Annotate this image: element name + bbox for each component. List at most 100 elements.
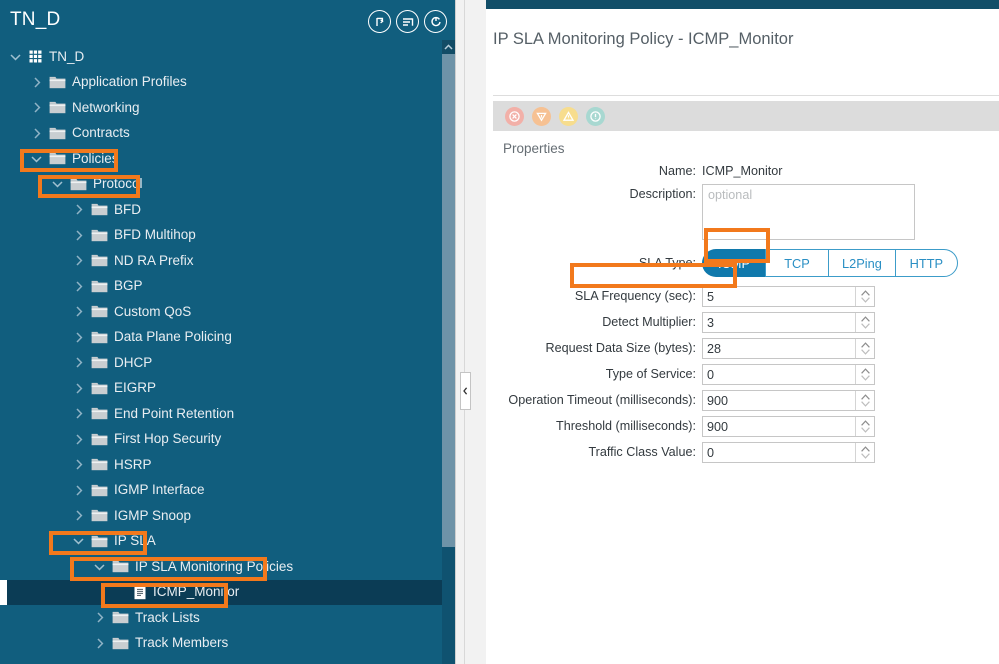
tree-item-application-profiles[interactable]: Application Profiles [0,70,455,96]
type-of-service-stepper[interactable]: 0 [702,364,875,385]
request-data-size-bytes-stepper[interactable]: 28 [702,338,875,359]
chevron-right-icon[interactable] [71,204,86,215]
detect-multiplier-input[interactable]: 3 [703,313,855,332]
threshold-milliseconds-input[interactable]: 900 [703,417,855,436]
tree-item-bgp[interactable]: BGP [0,274,455,300]
operation-timeout-milliseconds-spinner-arrows-icon[interactable] [855,391,874,410]
request-data-size-bytes-input[interactable]: 28 [703,339,855,358]
tree-item-label: IP SLA Monitoring Policies [135,558,294,574]
tree-item-bfd-multihop[interactable]: BFD Multihop [0,223,455,249]
chevron-down-icon[interactable] [50,180,65,188]
tree-item-data-plane-policing[interactable]: Data Plane Policing [0,325,455,351]
tree-item-bfd[interactable]: BFD [0,197,455,223]
tree-item-first-hop-security[interactable]: First Hop Security [0,427,455,453]
traffic-class-value-spinner-arrows-icon[interactable] [855,443,874,462]
threshold-milliseconds-spinner-arrows-icon[interactable] [855,417,874,436]
tree-item-ip-sla[interactable]: IP SLA [0,529,455,555]
detect-multiplier-spinner-arrows-icon[interactable] [855,313,874,332]
chevron-down-icon[interactable] [8,53,23,61]
tree-item-eigrp[interactable]: EIGRP [0,376,455,402]
detect-multiplier-stepper[interactable]: 3 [702,312,875,333]
tree-item-label: BFD Multihop [114,227,196,242]
filter-list-icon[interactable] [396,10,419,33]
chevron-right-icon[interactable] [29,102,44,113]
sla-frequency-sec-stepper[interactable]: 5 [702,286,875,307]
collapse-sidebar-handle[interactable] [460,372,471,410]
folder-icon [91,407,108,420]
sla-frequency-sec-spinner-arrows-icon[interactable] [855,287,874,306]
chevron-right-icon[interactable] [71,383,86,394]
tree-item-track-members[interactable]: Track Members [0,631,455,657]
tenant-icon [28,49,43,64]
chevron-right-icon[interactable] [71,306,86,317]
request-data-size-bytes-spinner-arrows-icon[interactable] [855,339,874,358]
type-of-service-input[interactable]: 0 [703,365,855,384]
nav-scrollbar-thumb[interactable] [442,54,455,547]
chevron-right-icon[interactable] [71,230,86,241]
sla-type-option-icmp[interactable]: ICMP [702,249,765,277]
tree-item-custom-qos[interactable]: Custom QoS [0,299,455,325]
properties-panel: IP SLA Monitoring Policy - ICMP_Monitor [486,9,999,664]
tree-item-nd-ra-prefix[interactable]: ND RA Prefix [0,248,455,274]
chevron-right-icon[interactable] [92,612,107,623]
field-row-detect-multiplier: Detect Multiplier: 3 [486,312,999,333]
chevron-right-icon[interactable] [71,510,86,521]
tree-item-label: EIGRP [114,380,157,395]
folder-icon [91,280,108,293]
tree-item-tn-d[interactable]: TN_D [0,44,455,70]
chevron-right-icon[interactable] [71,255,86,266]
nav-scrollbar[interactable] [442,40,455,664]
error-icon[interactable] [505,106,524,126]
operation-timeout-milliseconds-stepper[interactable]: 900 [702,390,875,411]
scroll-up-arrow-icon[interactable] [442,40,455,54]
chevron-down-icon[interactable] [92,563,107,571]
search-history-icon[interactable] [368,10,391,33]
tree-item-hsrp[interactable]: HSRP [0,452,455,478]
tree-item-dhcp[interactable]: DHCP [0,350,455,376]
policy-tree: TN_D Application Profiles Networking Contra… [0,44,455,664]
chevron-right-icon[interactable] [71,281,86,292]
chevron-right-icon[interactable] [29,128,44,139]
tree-item-track-lists[interactable]: Track Lists [0,605,455,631]
chevron-right-icon[interactable] [92,638,107,649]
description-input[interactable]: optional [702,184,915,240]
sla-type-option-l2ping[interactable]: L2Ping [828,249,895,277]
threshold-milliseconds-stepper[interactable]: 900 [702,416,875,437]
type-of-service-spinner-arrows-icon[interactable] [855,365,874,384]
chevron-right-icon[interactable] [29,77,44,88]
chevron-right-icon[interactable] [71,408,86,419]
info-icon[interactable] [586,106,605,126]
operation-timeout-milliseconds-input[interactable]: 900 [703,391,855,410]
tree-item-icmp-monitor[interactable]: ICMP_Monitor [0,579,455,605]
chevron-right-icon[interactable] [71,434,86,445]
chevron-down-icon[interactable] [29,155,44,163]
properties-form: Name: ICMP_Monitor Description: optional… [486,161,999,468]
traffic-class-value-stepper[interactable]: 0 [702,442,875,463]
tree-item-protocol[interactable]: Protocol [0,172,455,198]
folder-icon [112,560,129,573]
sla-type-option-tcp[interactable]: TCP [765,249,828,277]
sla-frequency-sec-input[interactable]: 5 [703,287,855,306]
tree-item-igmp-snoop[interactable]: IGMP Snoop [0,503,455,529]
refresh-icon[interactable] [424,10,447,33]
tree-item-networking[interactable]: Networking [0,95,455,121]
chevron-right-icon[interactable] [71,357,86,368]
tree-item-policies[interactable]: Policies [0,146,455,172]
chevron-right-icon[interactable] [71,332,86,343]
warning-down-icon[interactable] [532,106,551,126]
type-of-service-label: Type of Service: [605,367,696,381]
traffic-class-value-input[interactable]: 0 [703,443,855,462]
chevron-down-icon[interactable] [71,537,86,545]
tree-item-igmp-interface[interactable]: IGMP Interface [0,478,455,504]
chevron-right-icon[interactable] [71,459,86,470]
tree-item-end-point-retention[interactable]: End Point Retention [0,401,455,427]
sla-type-option-http[interactable]: HTTP [894,249,958,277]
tree-item-ip-sla-monitoring-policies[interactable]: IP SLA Monitoring Policies [0,554,455,580]
nav-tenant-title: TN_D [10,9,61,30]
folder-icon [112,637,129,650]
title-divider [493,95,999,96]
alert-triangle-icon[interactable] [559,106,578,126]
name-label: Name: [658,164,696,178]
chevron-right-icon[interactable] [71,485,86,496]
tree-item-contracts[interactable]: Contracts [0,121,455,147]
